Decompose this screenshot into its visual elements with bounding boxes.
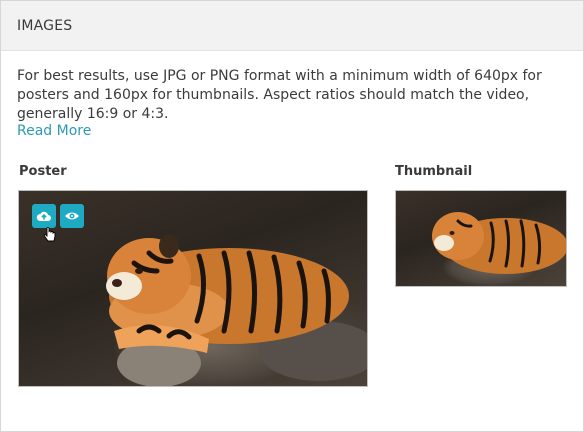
thumbnail-label: Thumbnail [395, 164, 473, 179]
upload-poster-button[interactable] [32, 204, 56, 228]
thumbnail-image [395, 190, 567, 287]
poster-label: Poster [19, 164, 67, 179]
panel-header: IMAGES [1, 1, 583, 51]
section-title: IMAGES [17, 17, 73, 34]
image-guidelines-text: For best results, use JPG or PNG format … [17, 68, 542, 122]
hand-cursor-icon [43, 226, 56, 242]
images-panel: IMAGES For best results, use JPG or PNG … [0, 0, 584, 432]
eye-icon [65, 212, 79, 220]
cloud-upload-icon [36, 211, 51, 221]
read-more-link[interactable]: Read More [17, 123, 91, 139]
tiger-thumbnail-illustration [432, 212, 566, 274]
poster-image [18, 190, 368, 387]
preview-poster-button[interactable] [60, 204, 84, 228]
